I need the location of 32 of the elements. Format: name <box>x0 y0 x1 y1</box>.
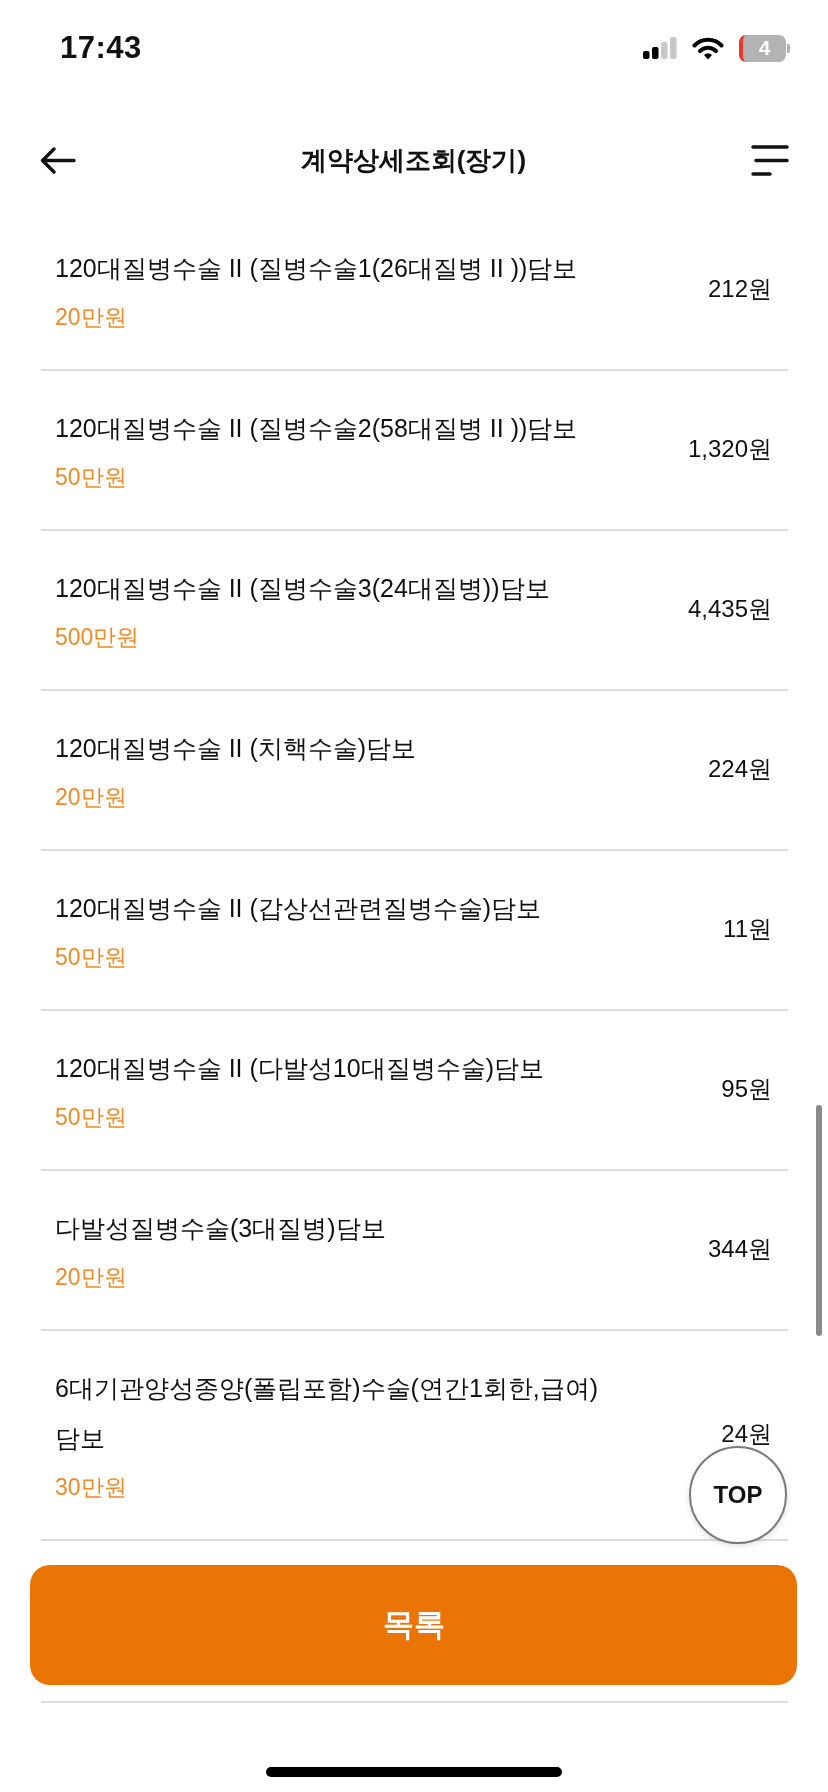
coverage-name: 다발성질병수술(3대질병)담보 <box>55 1213 387 1244</box>
wifi-icon <box>692 36 724 60</box>
coverage-premium: 344원 <box>707 1233 772 1264</box>
coverage-name: 120대질병수술 II (치핵수술)담보 <box>55 733 418 764</box>
coverage-amount: 20만원 <box>55 1263 128 1292</box>
coverage-premium: 95원 <box>721 1073 772 1104</box>
coverage-premium: 4,435원 <box>687 593 772 624</box>
back-arrow-icon[interactable] <box>40 147 76 174</box>
coverage-amount: 50만원 <box>55 943 128 972</box>
battery-level-text: 4 <box>739 34 786 62</box>
scroll-top-button[interactable]: TOP <box>689 1446 787 1544</box>
coverage-name: 120대질병수술 II (질병수술1(26대질병 II ))담보 <box>55 253 579 284</box>
coverage-premium: 11원 <box>723 913 772 944</box>
status-time: 17:43 <box>60 30 142 66</box>
coverage-amount: 20만원 <box>55 303 128 332</box>
coverage-premium: 224원 <box>707 753 772 784</box>
coverage-amount: 500만원 <box>55 623 141 652</box>
page-title: 계약상세조회(장기) <box>299 144 528 177</box>
menu-icon[interactable] <box>751 145 789 176</box>
coverage-premium: 212원 <box>707 273 772 304</box>
coverage-name: 120대질병수술 II (다발성10대질병수술)담보 <box>55 1053 545 1084</box>
coverage-name: 120대질병수술 II (갑상선관련질병수술)담보 <box>55 893 543 924</box>
coverage-amount: 20만원 <box>55 783 128 812</box>
coverage-premium: 1,320원 <box>687 433 772 464</box>
coverage-name: 120대질병수술 II (질병수술3(24대질병))담보 <box>55 573 551 604</box>
coverage-amount: 30만원 <box>55 1473 128 1502</box>
signal-icon <box>643 37 677 59</box>
coverage-premium: 24원 <box>721 1418 772 1449</box>
coverage-amount: 50만원 <box>55 1103 128 1132</box>
coverage-name: 6대기관양성종양(폴립포함)수술(연간1회한,급여)담보 <box>55 1373 600 1454</box>
coverage-amount: 50만원 <box>55 463 128 492</box>
coverage-name: 120대질병수술 II (질병수술2(58대질병 II ))담보 <box>55 413 579 444</box>
